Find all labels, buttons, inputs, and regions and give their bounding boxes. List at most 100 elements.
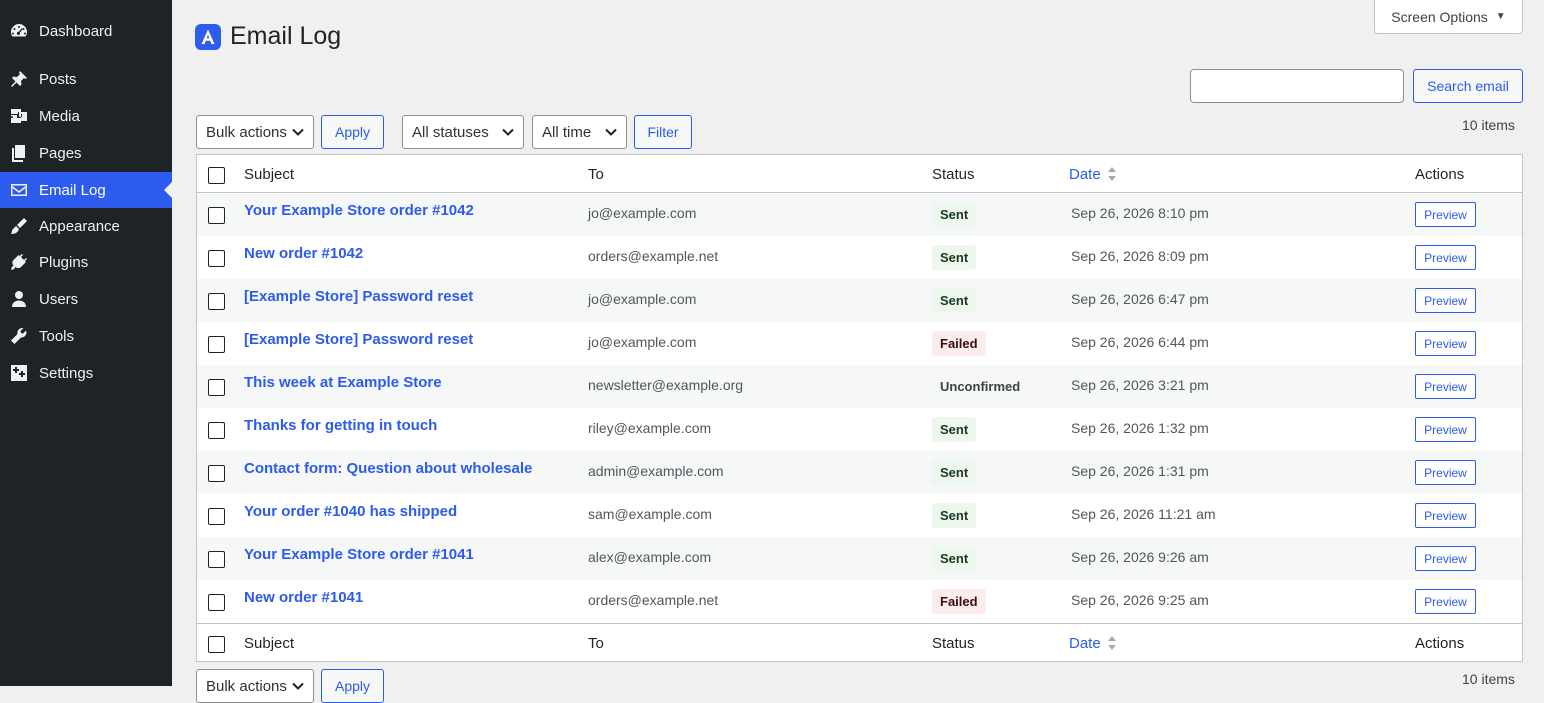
bulk-actions-select-bottom[interactable]: Bulk actions [196,669,314,703]
email-subject-link[interactable]: This week at Example Store [244,374,442,391]
plugin-logo [195,23,221,50]
sidebar-item-appearance[interactable]: Appearance [0,208,172,244]
column-subject-footer: Subject [244,634,295,652]
table-body: Your Example Store order #1042 jo@example… [197,193,1522,623]
dashboard-icon [9,21,29,41]
items-count: 10 items [1462,117,1515,133]
sidebar-item-tools[interactable]: Tools [0,318,172,354]
apply-button-bottom[interactable]: Apply [321,669,384,703]
email-subject-link[interactable]: [Example Store] Password reset [244,331,473,348]
row-checkbox[interactable] [208,207,225,224]
status-badge: Sent [932,503,977,528]
sidebar-item-plugins[interactable]: Plugins [0,244,172,280]
email-subject-link[interactable]: Thanks for getting in touch [244,417,437,434]
preview-button[interactable]: Preview [1415,288,1476,313]
preview-button[interactable]: Preview [1415,460,1476,485]
sort-icon [1107,635,1117,651]
sidebar-item-users[interactable]: Users [0,281,172,317]
status-filter-select[interactable]: All statuses [402,115,524,149]
email-subject-link[interactable]: Contact form: Question about wholesale [244,460,532,477]
column-to-footer: To [588,634,604,652]
table-row: Thanks for getting in touch riley@example… [197,408,1522,451]
email-recipient: jo@example.com [588,205,697,221]
email-date: Sep 26, 2026 6:47 pm [1071,291,1209,307]
preview-button[interactable]: Preview [1415,503,1476,528]
sidebar-item-label: Dashboard [39,22,113,40]
column-actions: Actions [1415,165,1465,183]
sidebar-item-email-log[interactable]: Email Log [0,172,172,208]
email-recipient: orders@example.net [588,592,719,608]
email-subject-link[interactable]: Your Example Store order #1042 [244,202,474,219]
preview-button[interactable]: Preview [1415,245,1476,270]
brush-icon [9,216,29,236]
preview-button[interactable]: Preview [1415,374,1476,399]
email-date: Sep 26, 2026 9:26 am [1071,549,1209,565]
status-badge: Sent [932,546,977,571]
bulk-actions-select[interactable]: Bulk actions [196,115,314,149]
email-recipient: orders@example.net [588,248,719,264]
screen-options-label: Screen Options [1391,8,1488,25]
sidebar-item-label: Plugins [39,253,89,271]
sidebar-item-settings[interactable]: Settings [0,355,172,391]
time-filter-select[interactable]: All time [532,115,627,149]
filter-button[interactable]: Filter [634,115,692,149]
sidebar-item-dashboard[interactable]: Dashboard [0,13,172,49]
status-badge: Failed [932,589,986,614]
search-email-button[interactable]: Search email [1413,69,1523,103]
sidebar-item-posts[interactable]: Posts [0,61,172,97]
bulk-actions-label: Bulk actions [206,123,287,141]
status-badge: Sent [932,202,977,227]
email-recipient: sam@example.com [588,506,712,522]
email-subject-link[interactable]: Your Example Store order #1041 [244,546,474,563]
row-checkbox[interactable] [208,465,225,482]
preview-button[interactable]: Preview [1415,417,1476,442]
table-row: [Example Store] Password reset jo@example… [197,279,1522,322]
table-row: This week at Example Store newsletter@exa… [197,365,1522,408]
email-subject-link[interactable]: New order #1041 [244,589,363,606]
column-date-sort[interactable]: Date [1069,155,1117,193]
row-checkbox[interactable] [208,594,225,611]
row-checkbox[interactable] [208,551,225,568]
sidebar-item-media[interactable]: Media [0,98,172,134]
row-checkbox[interactable] [208,422,225,439]
sidebar-item-label: Pages [39,144,82,162]
row-checkbox[interactable] [208,293,225,310]
email-date: Sep 26, 2026 6:44 pm [1071,334,1209,350]
row-checkbox[interactable] [208,379,225,396]
select-all-checkbox-footer[interactable] [208,636,225,653]
row-checkbox[interactable] [208,508,225,525]
status-badge: Sent [932,288,977,313]
email-date: Sep 26, 2026 1:31 pm [1071,463,1209,479]
email-date: Sep 26, 2026 3:21 pm [1071,377,1209,393]
table-row: Your Example Store order #1042 jo@example… [197,193,1522,236]
status-badge: Failed [932,331,986,356]
row-checkbox[interactable] [208,336,225,353]
email-subject-link[interactable]: New order #1042 [244,245,363,262]
preview-button[interactable]: Preview [1415,589,1476,614]
table-row: Your Example Store order #1041 alex@examp… [197,537,1522,580]
column-date-sort-footer[interactable]: Date [1069,624,1117,662]
email-recipient: admin@example.com [588,463,724,479]
column-status: Status [932,165,975,183]
time-filter-label: All time [542,123,592,141]
screen-options-button[interactable]: Screen Options ▼ [1374,0,1523,34]
sidebar-item-label: Email Log [39,181,106,199]
email-recipient: newsletter@example.org [588,377,744,393]
search-input[interactable] [1190,69,1404,103]
preview-button[interactable]: Preview [1415,546,1476,571]
row-checkbox[interactable] [208,250,225,267]
email-date: Sep 26, 2026 9:25 am [1071,592,1209,608]
email-log-table: Subject To Status Date Actions Your Exam… [196,154,1523,662]
email-subject-link[interactable]: Your order #1040 has shipped [244,503,457,520]
email-subject-link[interactable]: [Example Store] Password reset [244,288,473,305]
apply-button[interactable]: Apply [321,115,384,149]
preview-button[interactable]: Preview [1415,202,1476,227]
caret-down-icon: ▼ [1495,11,1506,22]
select-all-checkbox[interactable] [208,167,225,184]
email-recipient: riley@example.com [588,420,712,436]
preview-button[interactable]: Preview [1415,331,1476,356]
sidebar-item-label: Appearance [39,217,120,235]
sidebar-item-pages[interactable]: Pages [0,135,172,171]
email-date: Sep 26, 2026 1:32 pm [1071,420,1209,436]
column-actions-footer: Actions [1415,634,1465,652]
